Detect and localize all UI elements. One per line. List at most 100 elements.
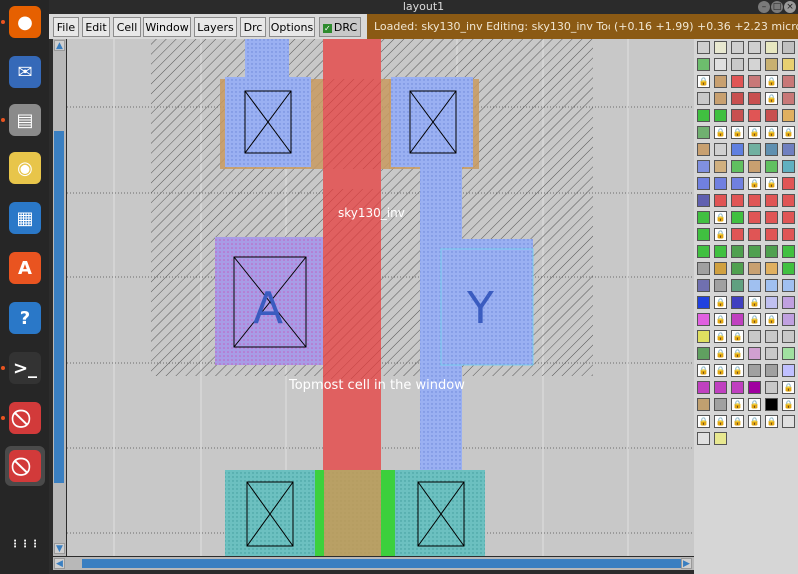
layer-swatch[interactable] <box>765 347 778 360</box>
layer-swatch[interactable] <box>697 109 710 122</box>
layer-swatch[interactable]: 🔒 <box>714 364 727 377</box>
dock-item-files[interactable]: ▤ <box>5 100 45 140</box>
layer-swatch[interactable] <box>697 296 710 309</box>
layer-swatch[interactable] <box>782 279 795 292</box>
layer-swatch[interactable] <box>697 381 710 394</box>
layer-swatch[interactable] <box>714 398 727 411</box>
layer-swatch[interactable]: 🔒 <box>748 415 761 428</box>
layer-swatch[interactable] <box>748 194 761 207</box>
menu-window[interactable]: Window <box>143 17 191 37</box>
layer-swatch[interactable] <box>765 143 778 156</box>
layer-swatch[interactable] <box>765 330 778 343</box>
layer-swatch[interactable] <box>765 262 778 275</box>
layer-swatch[interactable]: 🔒 <box>782 126 795 139</box>
layer-swatch[interactable] <box>731 296 744 309</box>
layer-swatch[interactable]: 🔒 <box>748 296 761 309</box>
menu-options[interactable]: Options <box>269 17 315 37</box>
layer-swatch[interactable]: 🔒 <box>731 364 744 377</box>
layer-swatch[interactable] <box>697 41 710 54</box>
layer-swatch[interactable]: 🔒 <box>714 296 727 309</box>
layer-swatch[interactable] <box>731 160 744 173</box>
maximize-icon[interactable]: □ <box>771 1 783 13</box>
layer-swatch[interactable] <box>765 296 778 309</box>
layer-swatch[interactable] <box>782 160 795 173</box>
layer-swatch[interactable] <box>714 75 727 88</box>
layer-swatch[interactable]: 🔒 <box>748 177 761 190</box>
layer-swatch[interactable] <box>782 194 795 207</box>
layer-swatch[interactable] <box>697 330 710 343</box>
layer-swatch[interactable] <box>697 143 710 156</box>
layer-swatch[interactable]: 🔒 <box>697 364 710 377</box>
dock-item-software[interactable]: A <box>5 248 45 288</box>
layer-swatch[interactable] <box>731 143 744 156</box>
layer-swatch[interactable] <box>765 228 778 241</box>
layer-swatch[interactable] <box>748 75 761 88</box>
scroll-left-icon[interactable]: ◀ <box>54 558 65 569</box>
layer-swatch[interactable] <box>782 41 795 54</box>
layer-swatch[interactable]: 🔒 <box>731 415 744 428</box>
layer-swatch[interactable] <box>714 177 727 190</box>
layer-swatch[interactable] <box>782 143 795 156</box>
layer-swatch[interactable] <box>765 211 778 224</box>
layer-swatch[interactable]: 🔒 <box>765 415 778 428</box>
layer-swatch[interactable] <box>697 347 710 360</box>
layer-swatch[interactable] <box>782 75 795 88</box>
layer-swatch[interactable]: 🔒 <box>731 398 744 411</box>
layer-swatch[interactable] <box>748 109 761 122</box>
dock-item-terminal[interactable]: >_ <box>5 348 45 388</box>
layer-swatch[interactable] <box>697 58 710 71</box>
layer-swatch[interactable]: 🔒 <box>765 92 778 105</box>
layer-swatch[interactable]: 🔒 <box>765 313 778 326</box>
layer-swatch[interactable] <box>697 398 710 411</box>
layer-swatch[interactable] <box>765 194 778 207</box>
layer-swatch[interactable] <box>731 75 744 88</box>
layer-swatch[interactable] <box>782 415 795 428</box>
layer-swatch[interactable] <box>697 160 710 173</box>
dock-item-writer[interactable]: ▦ <box>5 198 45 238</box>
layer-swatch[interactable] <box>782 347 795 360</box>
layer-swatch[interactable] <box>697 432 710 445</box>
layer-swatch[interactable] <box>697 279 710 292</box>
layer-swatch[interactable] <box>748 262 761 275</box>
dock-item-firefox[interactable]: ● <box>5 2 45 42</box>
layer-swatch[interactable] <box>714 432 727 445</box>
horizontal-scrollbar[interactable]: ◀ ▶ <box>53 557 694 570</box>
layer-swatch[interactable]: 🔒 <box>782 398 795 411</box>
layer-swatch[interactable] <box>782 109 795 122</box>
layer-swatch[interactable] <box>765 398 778 411</box>
layer-swatch[interactable] <box>748 279 761 292</box>
layer-swatch[interactable] <box>748 211 761 224</box>
layer-swatch[interactable] <box>731 211 744 224</box>
layer-swatch[interactable] <box>748 347 761 360</box>
minimize-icon[interactable]: – <box>758 1 770 13</box>
dock-item-help[interactable]: ? <box>5 298 45 338</box>
layer-swatch[interactable] <box>782 245 795 258</box>
scroll-right-icon[interactable]: ▶ <box>681 558 692 569</box>
layer-swatch[interactable] <box>765 109 778 122</box>
layer-swatch[interactable] <box>697 177 710 190</box>
layer-swatch[interactable] <box>782 330 795 343</box>
layer-swatch[interactable] <box>731 245 744 258</box>
layer-swatch[interactable]: 🔒 <box>714 126 727 139</box>
layer-swatch[interactable] <box>697 313 710 326</box>
layer-swatch[interactable] <box>714 109 727 122</box>
dock-item-rhythmbox[interactable]: ◉ <box>5 148 45 188</box>
layer-swatch[interactable] <box>782 92 795 105</box>
layer-swatch[interactable]: 🔒 <box>731 330 744 343</box>
layer-swatch[interactable] <box>748 41 761 54</box>
menu-cell[interactable]: Cell <box>113 17 141 37</box>
layer-swatch[interactable]: 🔒 <box>714 211 727 224</box>
drc-toggle-button[interactable]: ✓ DRC <box>319 17 361 37</box>
layer-swatch[interactable] <box>697 228 710 241</box>
layer-swatch[interactable]: 🔒 <box>765 177 778 190</box>
layer-swatch[interactable]: 🔒 <box>748 313 761 326</box>
dock-item-show-apps[interactable]: ⋮⋮⋮ <box>5 524 45 564</box>
layer-swatch[interactable] <box>714 143 727 156</box>
layer-swatch[interactable] <box>782 58 795 71</box>
layer-swatch[interactable] <box>697 262 710 275</box>
layer-swatch[interactable] <box>731 41 744 54</box>
layer-swatch[interactable]: 🔒 <box>765 75 778 88</box>
dock-item-magic[interactable]: ⃠ <box>5 398 45 438</box>
layer-swatch[interactable]: 🔒 <box>748 126 761 139</box>
layer-swatch[interactable] <box>714 262 727 275</box>
